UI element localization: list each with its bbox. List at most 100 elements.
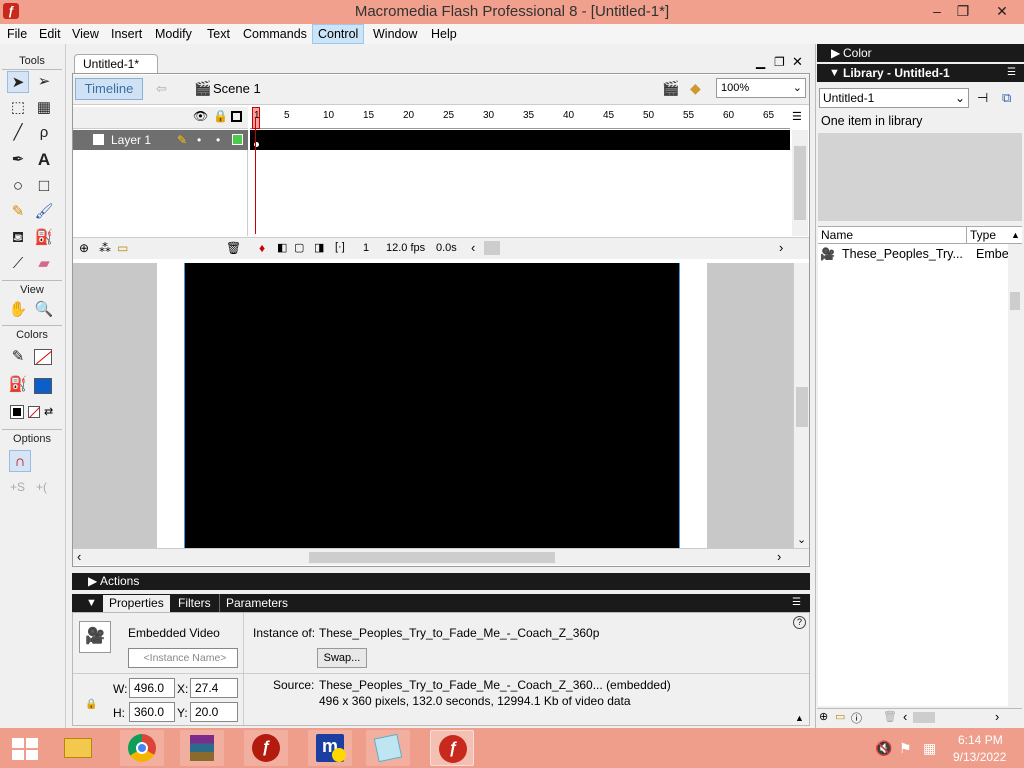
lasso-tool-icon[interactable]: ρ — [33, 122, 55, 144]
media-app-icon[interactable]: m — [308, 730, 352, 766]
column-name[interactable]: Name — [821, 227, 853, 243]
menu-commands[interactable]: Commands — [238, 24, 312, 44]
lock-icon[interactable]: 🔒 — [213, 109, 228, 123]
scroll-thumb[interactable] — [913, 712, 935, 723]
properties-icon[interactable]: ⓘ — [851, 710, 862, 726]
winrar-icon[interactable] — [180, 730, 224, 766]
pin-library-icon[interactable]: ⊣ — [977, 90, 988, 106]
selection-tool-icon[interactable]: ➤ — [7, 71, 29, 93]
menu-modify[interactable]: Modify — [150, 24, 197, 44]
lock-dot[interactable]: • — [216, 130, 220, 150]
library-panel-bar[interactable]: ▼ Library - Untitled-1 ☰ — [817, 64, 1024, 82]
file-explorer-icon[interactable] — [56, 730, 100, 766]
scroll-thumb[interactable] — [794, 146, 806, 220]
volume-muted-icon[interactable]: 🔇 — [875, 740, 892, 757]
edit-multiple-frames-icon[interactable]: ◨ — [314, 241, 324, 254]
menu-view[interactable]: View — [67, 24, 104, 44]
scroll-left-icon[interactable]: ‹ — [77, 549, 81, 564]
onion-outlines-icon[interactable]: ▢ — [294, 241, 304, 254]
menu-file[interactable]: File — [2, 24, 32, 44]
clock-time[interactable]: 6:14 PM — [958, 733, 1003, 747]
scroll-thumb[interactable] — [309, 552, 555, 563]
rectangle-tool-icon[interactable]: □ — [33, 175, 55, 197]
library-document-select[interactable]: Untitled-1 ⌄ — [819, 88, 969, 108]
edit-scene-icon[interactable]: 🎬 — [662, 80, 679, 97]
eraser-tool-icon[interactable]: ▰ — [33, 253, 55, 275]
line-tool-icon[interactable]: ╱ — [7, 122, 29, 144]
fill-color-swatch[interactable] — [34, 378, 52, 394]
stroke-color-swatch[interactable] — [34, 349, 52, 365]
height-field[interactable]: 360.0 — [129, 702, 175, 722]
gradient-transform-tool-icon[interactable]: ▦ — [33, 97, 55, 119]
new-library-panel-icon[interactable]: ⧉ — [1002, 90, 1011, 106]
swap-button[interactable]: Swap... — [317, 648, 367, 668]
constrain-lock-icon[interactable]: 🔒 — [85, 699, 97, 710]
scroll-left-icon[interactable]: ‹ — [471, 240, 475, 255]
timeline-menu-icon[interactable]: ☰ — [792, 110, 802, 123]
menu-help[interactable]: Help — [426, 24, 462, 44]
flash-player-icon[interactable]: ƒ — [244, 730, 288, 766]
visible-dot[interactable]: • — [197, 130, 201, 150]
collapse-props-icon[interactable]: ▲ — [795, 713, 804, 723]
actions-panel-bar[interactable]: ▶ Actions — [72, 573, 810, 590]
paint-bucket-tool-icon[interactable]: ⛽ — [33, 227, 55, 249]
notepad-icon[interactable] — [366, 730, 410, 766]
timeline-toggle-button[interactable]: Timeline — [75, 78, 143, 100]
eyedropper-tool-icon[interactable]: ⟋ — [7, 253, 29, 275]
close-button[interactable]: ✕ — [982, 0, 1022, 22]
library-vscroll[interactable] — [1008, 244, 1022, 706]
network-icon[interactable]: ▦ — [923, 740, 936, 757]
color-panel-bar[interactable]: ▶ Color — [817, 44, 1024, 62]
outline-icon[interactable] — [231, 111, 242, 122]
pen-tool-icon[interactable]: ✒ — [7, 149, 29, 171]
chrome-icon[interactable] — [120, 730, 164, 766]
center-frame-icon[interactable]: ♦ — [259, 241, 265, 255]
scroll-down-icon[interactable]: ⌄ — [797, 533, 806, 546]
x-field[interactable]: 27.4 — [190, 678, 238, 698]
scroll-left-icon[interactable]: ‹ — [903, 709, 907, 724]
embedded-video-instance[interactable] — [184, 263, 680, 548]
stage-hscroll[interactable]: ‹ › — [73, 548, 809, 565]
collapse-arrow-icon[interactable]: ▼ — [86, 594, 97, 612]
action-center-icon[interactable]: ⚑ — [899, 740, 912, 757]
add-guide-icon[interactable]: ⁂ — [99, 241, 111, 255]
restore-button[interactable]: ❐ — [946, 0, 980, 22]
menu-edit[interactable]: Edit — [34, 24, 66, 44]
menu-window[interactable]: Window — [368, 24, 422, 44]
frames-row[interactable] — [250, 130, 790, 150]
help-icon[interactable]: ? — [793, 616, 806, 629]
timeline-vscroll[interactable] — [792, 130, 808, 236]
tab-properties[interactable]: Properties — [103, 595, 170, 612]
sort-icon[interactable]: ▲ — [1011, 227, 1020, 243]
layer-row[interactable]: Layer 1 ✎ • • — [73, 130, 248, 150]
delete-icon[interactable]: 🗑 — [883, 710, 897, 723]
menu-control[interactable]: Control — [312, 24, 365, 44]
scroll-thumb[interactable] — [484, 241, 500, 255]
edit-symbols-icon[interactable]: ◆ — [690, 80, 701, 97]
add-folder-icon[interactable]: ▭ — [117, 241, 128, 255]
free-transform-tool-icon[interactable]: ⬚ — [7, 97, 29, 119]
subselection-tool-icon[interactable]: ➢ — [33, 71, 55, 93]
zoom-tool-icon[interactable]: 🔍 — [33, 299, 55, 321]
instance-name-input[interactable]: <Instance Name> — [128, 648, 238, 668]
width-field[interactable]: 496.0 — [129, 678, 175, 698]
scroll-right-icon[interactable]: › — [777, 549, 781, 564]
clock-date[interactable]: 9/13/2022 — [953, 750, 1006, 764]
doc-minimize-icon[interactable]: ▁ — [756, 55, 765, 69]
y-field[interactable]: 20.0 — [190, 702, 238, 722]
oval-tool-icon[interactable]: ○ — [7, 175, 29, 197]
windows-start-icon[interactable] — [12, 738, 38, 760]
outline-color-swatch[interactable] — [232, 134, 243, 145]
onion-skin-icon[interactable]: ◧ — [277, 241, 287, 254]
scroll-right-icon[interactable]: › — [995, 709, 999, 724]
eye-icon[interactable]: 👁 — [193, 109, 208, 123]
swap-colors-icon[interactable]: ⇄ — [44, 405, 53, 418]
doc-close-icon[interactable]: ✕ — [792, 54, 803, 70]
panel-menu-icon[interactable]: ☰ — [1007, 64, 1016, 82]
doc-restore-icon[interactable]: ❐ — [774, 55, 785, 69]
black-white-icon[interactable] — [10, 405, 24, 419]
modify-markers-icon[interactable]: [·] — [335, 241, 345, 253]
pencil-tool-icon[interactable]: ✎ — [7, 201, 29, 223]
scroll-thumb[interactable] — [1010, 292, 1020, 310]
tab-parameters[interactable]: Parameters — [219, 594, 294, 612]
